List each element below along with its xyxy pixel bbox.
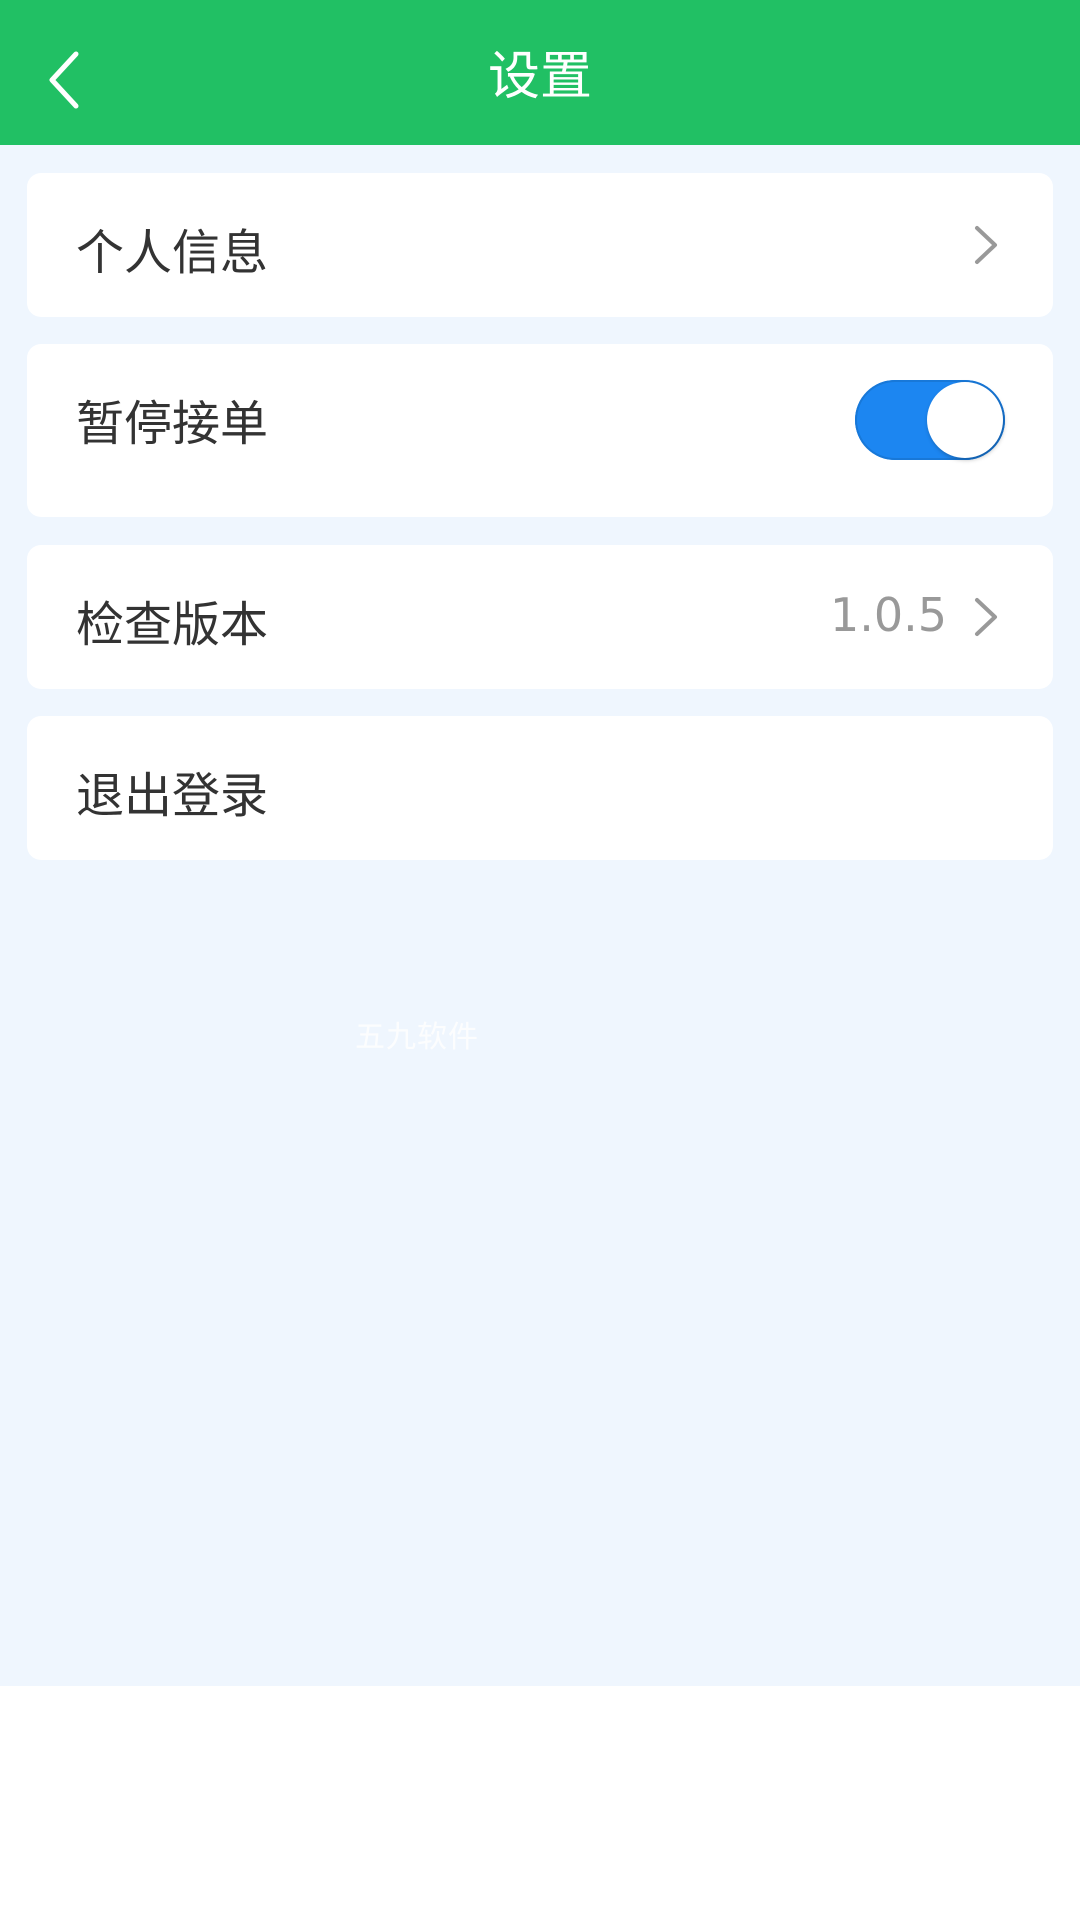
version-number: 1.0.5 <box>829 588 947 642</box>
chevron-right-icon <box>975 226 997 264</box>
page-title: 设置 <box>487 47 592 107</box>
watermark-text: 五九软件 <box>355 1020 479 1055</box>
toggle-knob <box>927 382 1003 458</box>
check-version-row[interactable]: 检查版本 1.0.5 <box>27 545 1053 689</box>
logout-row[interactable]: 退出登录 <box>27 716 1053 860</box>
pause-orders-row: 暂停接单 <box>27 344 1053 517</box>
pause-orders-label: 暂停接单 <box>76 396 269 452</box>
check-version-label: 检查版本 <box>76 597 269 653</box>
personal-info-row[interactable]: 个人信息 <box>27 173 1053 317</box>
pause-orders-toggle[interactable] <box>855 380 1005 460</box>
personal-info-label: 个人信息 <box>76 225 269 281</box>
chevron-right-icon <box>975 598 997 636</box>
settings-screen: 设置 个人信息 暂停接单 检查版本 1.0.5 退出登录 五九软件 <box>0 0 1080 1686</box>
logout-label: 退出登录 <box>76 768 269 824</box>
app-header: 设置 <box>0 0 1080 145</box>
